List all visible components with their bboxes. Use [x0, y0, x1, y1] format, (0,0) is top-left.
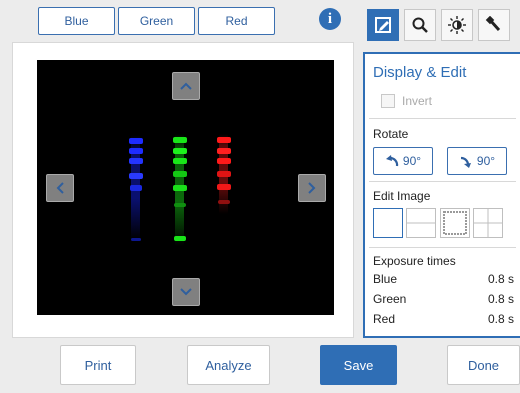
- blue-band: [129, 158, 143, 164]
- display-edit-panel: Display & Edit Invert Rotate 90° 90° Edi…: [363, 52, 520, 338]
- invert-label: Invert: [402, 94, 433, 108]
- exposure-channel: Green: [373, 292, 407, 306]
- exposure-row-red: Red 0.8 s: [373, 312, 514, 326]
- green-band: [174, 236, 186, 241]
- exposure-channel: Blue: [373, 272, 398, 286]
- channel-blue-label: Blue: [64, 14, 89, 28]
- crop-frame-icon: [443, 211, 467, 235]
- print-label: Print: [84, 357, 112, 373]
- divider: [369, 181, 516, 182]
- display-edit-icon: [375, 17, 391, 33]
- channel-red-button[interactable]: Red: [198, 7, 275, 35]
- print-button[interactable]: Print: [60, 345, 136, 385]
- red-band: [217, 171, 231, 177]
- exposure-row-blue: Blue 0.8 s: [373, 272, 514, 286]
- analyze-label: Analyze: [205, 357, 252, 373]
- rotate-left-icon: [385, 155, 399, 167]
- red-band: [218, 200, 230, 204]
- save-button[interactable]: Save: [320, 345, 397, 385]
- blue-band: [130, 185, 142, 191]
- rotate-left-button[interactable]: 90°: [373, 147, 433, 175]
- panel-title: Display & Edit: [373, 64, 467, 81]
- divider: [369, 118, 516, 119]
- blue-band: [129, 173, 143, 179]
- divider: [369, 247, 516, 248]
- red-band: [217, 158, 231, 164]
- edit-image-label: Edit Image: [373, 189, 431, 203]
- done-button[interactable]: Done: [447, 345, 520, 385]
- channel-blue-button[interactable]: Blue: [38, 7, 115, 35]
- green-band: [173, 148, 187, 154]
- chevron-down-icon: [180, 288, 192, 296]
- edit-split-quad-button[interactable]: [473, 208, 503, 238]
- chevron-right-icon: [308, 182, 316, 194]
- red-band: [217, 137, 231, 143]
- pan-down-button[interactable]: [172, 278, 200, 306]
- display-edit-tab[interactable]: [367, 9, 399, 41]
- channel-green-button[interactable]: Green: [118, 7, 195, 35]
- pan-up-button[interactable]: [172, 72, 200, 100]
- exposure-label: Exposure times: [373, 254, 456, 268]
- exposure-time: 0.8 s: [487, 272, 514, 286]
- pipette-tab[interactable]: [478, 9, 510, 41]
- exposure-row-green: Green 0.8 s: [373, 292, 514, 306]
- rotate-label: Rotate: [373, 127, 409, 141]
- green-band: [173, 185, 187, 191]
- brightness-icon: [448, 16, 466, 34]
- blue-band: [129, 148, 143, 154]
- rotate-left-label: 90°: [402, 154, 422, 168]
- info-icon[interactable]: i: [319, 8, 341, 30]
- green-band: [173, 171, 187, 177]
- edit-crop-button[interactable]: [440, 208, 470, 238]
- exposure-time: 0.8 s: [487, 292, 514, 306]
- chevron-left-icon: [56, 182, 64, 194]
- pipette-icon: [485, 16, 501, 32]
- invert-checkbox[interactable]: [381, 94, 395, 108]
- blue-band: [129, 138, 143, 144]
- done-label: Done: [467, 357, 500, 373]
- split-quad-icon: [474, 209, 502, 237]
- exposure-time: 0.8 s: [487, 312, 514, 326]
- exposure-channel: Red: [373, 312, 396, 326]
- green-band: [174, 203, 186, 207]
- red-band: [217, 148, 231, 154]
- analyze-button[interactable]: Analyze: [187, 345, 270, 385]
- zoom-tab[interactable]: [404, 9, 436, 41]
- edit-none-button[interactable]: [373, 208, 403, 238]
- rotate-right-label: 90°: [476, 154, 496, 168]
- red-band: [217, 184, 231, 190]
- green-band: [173, 137, 187, 143]
- pan-left-button[interactable]: [46, 174, 74, 202]
- green-band: [173, 158, 187, 164]
- split-horizontal-icon: [407, 222, 435, 224]
- pan-right-button[interactable]: [298, 174, 326, 202]
- zoom-icon: [412, 17, 428, 33]
- save-label: Save: [343, 357, 374, 373]
- brightness-tab[interactable]: [441, 9, 473, 41]
- edit-split-horizontal-button[interactable]: [406, 208, 436, 238]
- rotate-right-icon: [460, 156, 471, 168]
- chevron-up-icon: [180, 82, 192, 90]
- channel-red-label: Red: [225, 14, 248, 28]
- blue-band: [131, 238, 141, 241]
- rotate-right-button[interactable]: 90°: [447, 147, 507, 175]
- channel-green-label: Green: [139, 14, 174, 28]
